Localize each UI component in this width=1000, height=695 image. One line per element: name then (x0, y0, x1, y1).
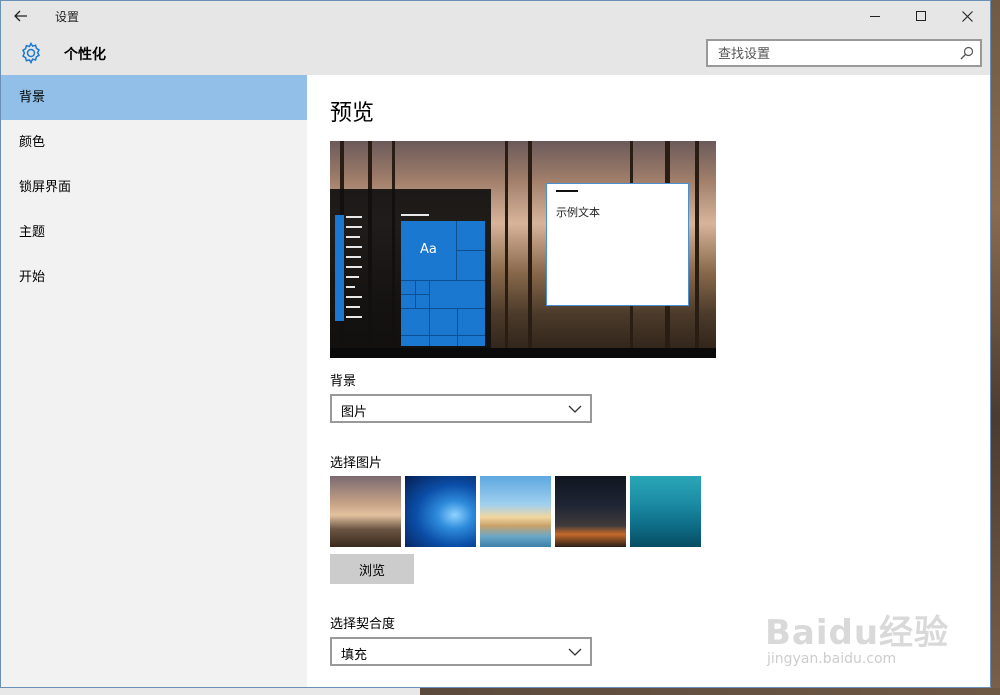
thumbnail-night-sky-tent[interactable] (555, 476, 626, 547)
search-input[interactable] (716, 43, 956, 65)
preview-menu-line (346, 236, 360, 238)
choose-picture-label: 选择图片 (330, 456, 383, 471)
preview-sample-window: 示例文本 (546, 183, 689, 306)
chevron-down-icon (568, 405, 582, 413)
tile-divider (429, 308, 430, 346)
title-bar: 设置 (1, 1, 990, 31)
thumbnail-forest-lake[interactable] (330, 476, 401, 547)
preview-tiles-header (401, 214, 429, 216)
preview-menu-line (346, 256, 361, 258)
preview-tree (505, 141, 508, 348)
thumbnail-beach-rocks[interactable] (480, 476, 551, 547)
preview-menu-line (346, 246, 362, 248)
preview-menu-line (346, 266, 362, 268)
sidebar-item-themes[interactable]: 主题 (1, 210, 307, 255)
gear-icon (22, 41, 40, 65)
background-label: 背景 (330, 374, 357, 389)
window-title: 设置 (55, 9, 80, 24)
preview-menu-line (346, 306, 360, 308)
tile-divider (401, 308, 485, 309)
sidebar: 背景 颜色 锁屏界面 主题 开始 (1, 75, 307, 687)
choose-fit-label: 选择契合度 (330, 617, 396, 632)
tile-divider (457, 308, 458, 346)
search-icon[interactable] (960, 46, 974, 60)
preview-live-tiles: Aa (401, 221, 485, 346)
background-type-dropdown[interactable]: 图片 (330, 394, 592, 423)
preview-accent-strip (335, 215, 344, 321)
back-button[interactable] (1, 1, 41, 31)
preview-heading: 预览 (330, 101, 375, 126)
preview-start-menu: Aa (330, 189, 491, 348)
thumbnail-underwater-swimmer[interactable] (630, 476, 701, 547)
back-arrow-icon (14, 10, 27, 22)
sidebar-item-colors[interactable]: 颜色 (1, 120, 307, 165)
sidebar-item-start[interactable]: 开始 (1, 255, 307, 300)
background-type-value: 图片 (341, 405, 368, 420)
sidebar-item-background[interactable]: 背景 (1, 75, 307, 120)
window-controls (852, 1, 990, 31)
preview-menu-line (346, 276, 359, 278)
close-button[interactable] (944, 1, 990, 31)
tile-divider (401, 335, 485, 336)
preview-menu-line (346, 216, 362, 218)
preview-menu-line (346, 286, 355, 288)
search-box[interactable] (706, 39, 982, 67)
minimize-button[interactable] (852, 1, 898, 31)
sidebar-item-lock-screen[interactable]: 锁屏界面 (1, 165, 307, 210)
minimize-icon (870, 16, 880, 17)
preview-taskbar (330, 348, 716, 358)
fit-dropdown[interactable]: 填充 (330, 637, 592, 666)
page-title-personalization: 个性化 (64, 47, 106, 63)
maximize-button[interactable] (898, 1, 944, 31)
preview-sample-titlebar (556, 190, 578, 192)
tile-divider (456, 250, 485, 251)
tile-divider (429, 280, 430, 308)
settings-window: 设置 个性化 背景 颜色 锁屏界面 主题 (0, 0, 991, 688)
desktop-preview: Aa 示例文本 (330, 141, 716, 358)
desktop-background (991, 0, 1000, 695)
preview-menu-line (346, 226, 362, 228)
tile-divider (401, 280, 485, 281)
close-icon (961, 10, 973, 22)
maximize-icon (916, 11, 926, 21)
tile-divider (401, 294, 429, 295)
preview-tree (528, 141, 532, 348)
chevron-down-icon (568, 648, 582, 656)
preview-menu-line (346, 296, 362, 298)
fit-value: 填充 (341, 648, 368, 663)
picture-thumbnails (330, 476, 701, 547)
page-header: 个性化 (1, 31, 990, 75)
thumbnail-windows-hero[interactable] (405, 476, 476, 547)
browse-button[interactable]: 浏览 (330, 554, 414, 584)
preview-sample-text: 示例文本 (556, 206, 600, 219)
preview-tile-text: Aa (420, 242, 437, 257)
preview-menu-line (346, 316, 362, 318)
preview-tree (695, 141, 699, 348)
main-content: 预览 Aa 示例文本 背景 图片 选择图片 浏览 选择契合度 填充 (307, 75, 990, 687)
desktop-taskbar-strip (0, 688, 1000, 695)
